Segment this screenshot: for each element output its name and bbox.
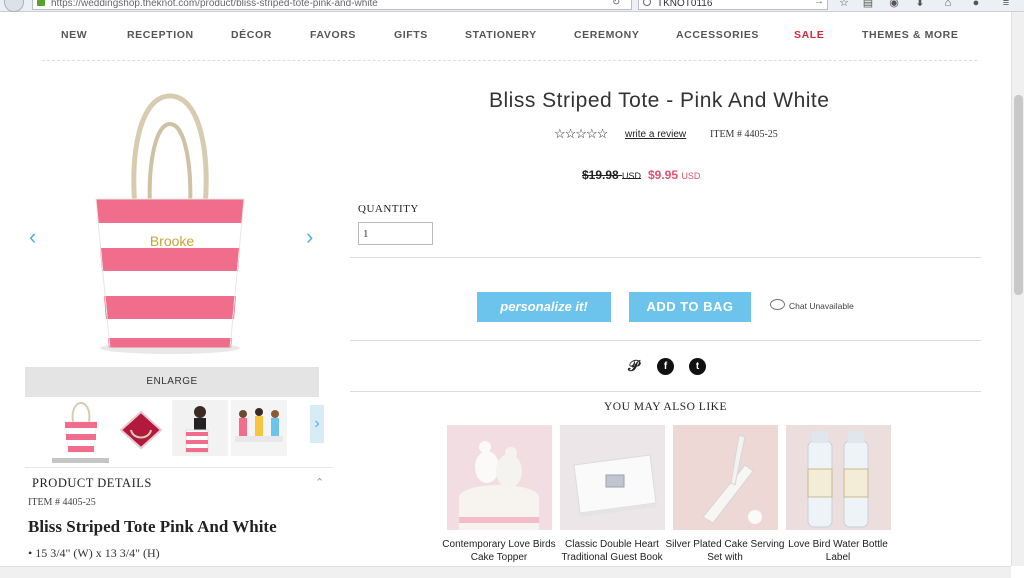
nav-item-accessories[interactable]: ACCESSORIES bbox=[676, 29, 759, 41]
product-main-image[interactable]: Brooke bbox=[80, 86, 260, 356]
product-item-number: ITEM # 4405-25 bbox=[710, 129, 778, 140]
recommendation-item[interactable]: Love Bird Water Bottle Label bbox=[786, 425, 891, 564]
nav-item-gifts[interactable]: GIFTS bbox=[394, 29, 428, 41]
browser-toolbar: https://weddingshop.theknot.com/product/… bbox=[0, 0, 1024, 12]
original-price-value: $19.98 bbox=[582, 168, 619, 182]
section-divider bbox=[350, 391, 981, 392]
product-title: Bliss Striped Tote - Pink And White bbox=[489, 89, 830, 112]
bookmark-star-icon[interactable]: ☆ bbox=[838, 0, 850, 9]
gallery-next-arrow[interactable]: › bbox=[306, 224, 313, 250]
recommendation-item[interactable]: Silver Plated Cake Serving Set with bbox=[666, 425, 784, 564]
quantity-input[interactable] bbox=[358, 222, 433, 245]
nav-item-themes-more[interactable]: THEMES & MORE bbox=[862, 29, 958, 41]
nav-item-sale[interactable]: SALE bbox=[794, 29, 824, 41]
recommendation-name[interactable]: Classic Double Heart Traditional Guest B… bbox=[552, 538, 672, 564]
original-price-currency: USD bbox=[622, 171, 642, 181]
search-icon bbox=[643, 0, 651, 6]
address-bar-text: https://weddingshop.theknot.com/product/… bbox=[51, 0, 378, 9]
recommendation-name[interactable]: Love Bird Water Bottle Label bbox=[778, 538, 898, 564]
home-icon[interactable]: ⌂ bbox=[942, 0, 954, 9]
sale-price: $9.95 USD bbox=[648, 168, 700, 182]
facebook-icon[interactable]: f bbox=[657, 358, 674, 375]
recommendation-image[interactable] bbox=[673, 425, 778, 530]
chat-status[interactable]: Chat Unavailable bbox=[770, 299, 854, 311]
nav-divider bbox=[42, 60, 977, 61]
nav-item-ceremony[interactable]: CEREMONY bbox=[574, 29, 639, 41]
write-review-link[interactable]: write a review bbox=[625, 129, 686, 140]
nav-item-reception[interactable]: RECEPTION bbox=[127, 29, 194, 41]
horizontal-scrollbar[interactable] bbox=[0, 566, 1011, 578]
recommendation-name[interactable]: Contemporary Love Birds Cake Topper bbox=[439, 538, 559, 564]
personalize-button[interactable]: personalize it! bbox=[477, 292, 611, 322]
gallery-prev-arrow[interactable]: ‹ bbox=[29, 224, 36, 250]
pocket-icon[interactable]: ◉ bbox=[888, 0, 900, 9]
original-price: $19.98 USD bbox=[582, 168, 641, 182]
search-go-icon[interactable]: → bbox=[814, 0, 824, 7]
details-item-number: ITEM # 4405-25 bbox=[28, 497, 96, 508]
recommendation-name[interactable]: Silver Plated Cake Serving Set with bbox=[665, 538, 785, 564]
back-button[interactable] bbox=[4, 0, 24, 12]
nav-item-stationery[interactable]: STATIONERY bbox=[465, 29, 537, 41]
tote-name-text: Brooke bbox=[150, 233, 195, 249]
details-dimensions: • 15 3/4" (W) x 13 3/4" (H) bbox=[28, 546, 160, 560]
reading-list-icon[interactable]: ▤ bbox=[862, 0, 874, 9]
chevron-up-icon[interactable]: ⌃ bbox=[315, 476, 324, 489]
vertical-scrollbar[interactable] bbox=[1011, 12, 1024, 566]
details-divider bbox=[25, 467, 333, 468]
chat-status-label: Chat Unavailable bbox=[789, 301, 854, 311]
main-navigation: NEW RECEPTION DÉCOR FAVORS GIFTS STATION… bbox=[0, 20, 1010, 50]
sale-price-currency: USD bbox=[681, 171, 701, 181]
section-divider bbox=[350, 257, 981, 258]
chat-bubble-icon bbox=[770, 299, 785, 310]
thumbnail-active-indicator bbox=[52, 458, 109, 463]
rating-stars-icon[interactable]: ☆☆☆☆☆ bbox=[554, 126, 608, 142]
address-bar[interactable]: https://weddingshop.theknot.com/product/… bbox=[32, 0, 632, 10]
sale-price-value: $9.95 bbox=[648, 168, 679, 182]
browser-search-text: TKNOT0116 bbox=[657, 0, 713, 9]
twitter-icon[interactable]: t bbox=[689, 358, 706, 375]
pinterest-icon[interactable]: 𝒫 bbox=[625, 358, 642, 375]
product-details-heading[interactable]: PRODUCT DETAILS bbox=[32, 476, 152, 491]
details-product-title: Bliss Striped Tote Pink And White bbox=[28, 517, 277, 536]
download-icon[interactable]: ⬇ bbox=[914, 0, 926, 9]
nav-item-decor[interactable]: DÉCOR bbox=[231, 29, 272, 41]
chat-icon[interactable]: ● bbox=[970, 0, 982, 9]
also-like-heading: YOU MAY ALSO LIKE bbox=[604, 401, 727, 413]
menu-icon[interactable]: ≡ bbox=[1000, 0, 1012, 9]
recommendation-image[interactable] bbox=[447, 425, 552, 530]
section-divider bbox=[350, 340, 981, 341]
lock-icon bbox=[37, 0, 45, 6]
nav-item-favors[interactable]: FAVORS bbox=[310, 29, 356, 41]
enlarge-button[interactable]: ENLARGE bbox=[25, 367, 319, 397]
nav-item-new[interactable]: NEW bbox=[61, 29, 87, 41]
recommendation-item[interactable]: Contemporary Love Birds Cake Topper bbox=[442, 425, 556, 564]
add-to-bag-button[interactable]: ADD TO BAG bbox=[629, 292, 751, 322]
recommendation-image[interactable] bbox=[786, 425, 891, 530]
recommendation-image[interactable] bbox=[560, 425, 665, 530]
scrollbar-thumb[interactable] bbox=[1014, 95, 1023, 295]
recommendation-item[interactable]: Classic Double Heart Traditional Guest B… bbox=[560, 425, 665, 564]
reload-icon[interactable]: ↻ bbox=[612, 0, 620, 8]
quantity-label: QUANTITY bbox=[358, 203, 419, 215]
browser-search-input[interactable]: TKNOT0116 → bbox=[638, 0, 828, 10]
